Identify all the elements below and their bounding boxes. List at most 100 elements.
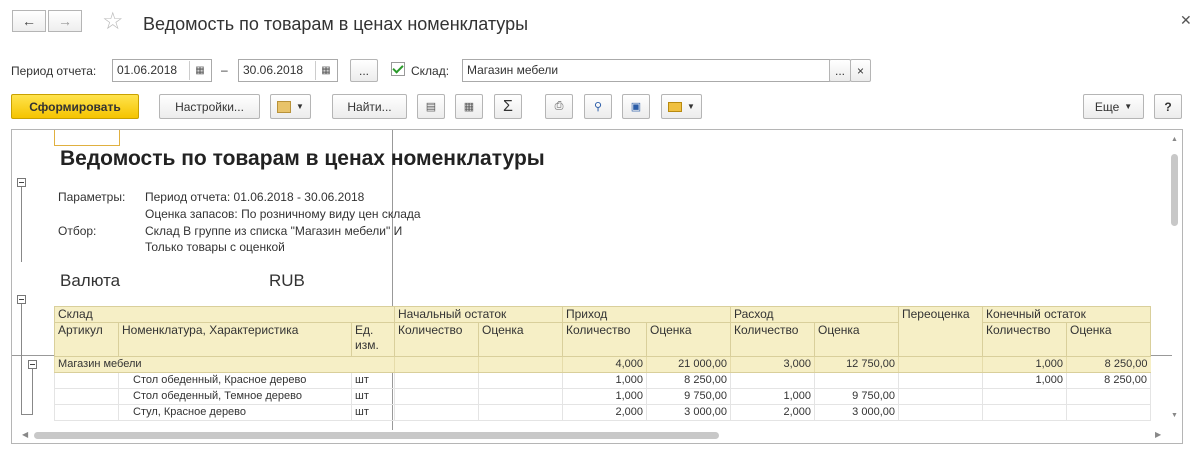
calendar-icon[interactable]: ▦ — [189, 61, 210, 80]
collapse-groups-button[interactable]: ▤ — [417, 94, 445, 119]
group-income-qty: 4,000 — [562, 356, 647, 373]
group-expense-value: 12 750,00 — [814, 356, 899, 373]
warehouse-field[interactable]: Магазин мебели — [462, 59, 830, 82]
period-label: Период отчета: — [11, 64, 97, 78]
row-closing-qty — [982, 404, 1067, 421]
chevron-down-icon: ▼ — [296, 102, 304, 111]
chevron-down-icon: ▼ — [687, 102, 695, 111]
printer-icon: ⎙ — [554, 100, 564, 112]
header-expense-value: Оценка — [814, 322, 899, 357]
collapse-table-toggle[interactable] — [17, 295, 26, 304]
header-expense: Расход — [730, 306, 899, 323]
collapse-group-toggle[interactable] — [28, 360, 37, 369]
save-button[interactable]: ▣ — [622, 94, 650, 119]
report-spreadsheet[interactable]: Ведомость по товарам в ценах номенклатур… — [11, 129, 1183, 444]
warehouse-select-button[interactable]: ... — [829, 59, 851, 82]
header-closing-value: Оценка — [1066, 322, 1151, 357]
date-from-value: 01.06.2018 — [117, 63, 178, 77]
params-period: Период отчета: 01.06.2018 - 30.06.2018 — [145, 190, 365, 204]
header-income-value: Оценка — [646, 322, 731, 357]
period-select-button[interactable]: ... — [350, 59, 378, 82]
find-button[interactable]: Найти... — [332, 94, 407, 119]
row-expense-value: 3 000,00 — [814, 404, 899, 421]
generate-button[interactable]: Сформировать — [11, 94, 139, 119]
table-row[interactable]: Стол обеденный, Красное дерево шт 1,000 … — [54, 372, 1151, 389]
chevron-down-icon: ▼ — [1124, 102, 1133, 111]
expand-groups-icon: ▦ — [463, 101, 475, 113]
help-button[interactable]: ? — [1154, 94, 1182, 119]
horizontal-scroll-thumb[interactable] — [34, 432, 719, 439]
group-bracket-line — [32, 368, 33, 414]
more-label: Еще — [1094, 99, 1120, 114]
horizontal-scrollbar[interactable]: ◀ ▶ — [22, 430, 1161, 440]
vertical-scrollbar[interactable]: ▲ ▼ — [1169, 134, 1181, 426]
sum-button[interactable]: Σ — [494, 94, 522, 119]
group-closing-value: 8 250,00 — [1066, 356, 1151, 373]
row-unit: шт — [351, 404, 395, 421]
close-icon[interactable]: ✕ — [1180, 12, 1192, 29]
arrow-right-icon: → — [58, 13, 72, 29]
header-opening-value: Оценка — [478, 322, 563, 357]
arrow-left-icon: ← — [22, 13, 36, 29]
collapse-groups-icon: ▤ — [425, 101, 437, 113]
group-bracket-line — [21, 187, 22, 262]
date-from-field[interactable]: 01.06.2018 ▦ — [112, 59, 212, 82]
back-button[interactable]: ← — [12, 10, 46, 32]
scroll-up-icon[interactable]: ▲ — [1171, 136, 1178, 143]
warehouse-checkbox[interactable] — [391, 62, 405, 76]
scroll-right-icon[interactable]: ▶ — [1155, 430, 1161, 439]
forward-button[interactable]: → — [48, 10, 82, 32]
row-income-qty: 1,000 — [562, 372, 647, 389]
row-income-qty: 2,000 — [562, 404, 647, 421]
scroll-left-icon[interactable]: ◀ — [22, 430, 28, 439]
header-expense-qty: Количество — [730, 322, 815, 357]
send-menu-button[interactable]: ▼ — [661, 94, 702, 119]
more-button[interactable]: Еще ▼ — [1083, 94, 1144, 119]
scroll-down-icon[interactable]: ▼ — [1171, 412, 1178, 419]
warehouse-label: Склад: — [411, 64, 450, 78]
vertical-scroll-thumb[interactable] — [1171, 154, 1178, 226]
report-title: Ведомость по товарам в ценах номенклатур… — [60, 147, 545, 170]
settings-button[interactable]: Настройки... — [159, 94, 260, 119]
group-warehouse-name: Магазин мебели — [54, 356, 395, 373]
collapse-header-toggle[interactable] — [17, 178, 26, 187]
row-expense-value: 9 750,00 — [814, 388, 899, 405]
filter-with-valuation: Только товары с оценкой — [145, 240, 285, 254]
table-row[interactable]: Стол обеденный, Темное дерево шт 1,000 9… — [54, 388, 1151, 405]
report-variant-icon — [277, 100, 292, 113]
expand-groups-button[interactable]: ▦ — [455, 94, 483, 119]
calendar-icon[interactable]: ▦ — [315, 61, 336, 80]
params-label: Параметры: — [58, 190, 126, 204]
date-to-value: 30.06.2018 — [243, 63, 304, 77]
group-expense-qty: 3,000 — [730, 356, 815, 373]
header-revaluation: Переоценка — [898, 306, 983, 357]
date-to-field[interactable]: 30.06.2018 ▦ — [238, 59, 338, 82]
warehouse-value: Магазин мебели — [467, 63, 559, 77]
row-income-value: 9 750,00 — [646, 388, 731, 405]
star-icon[interactable]: ☆ — [102, 10, 124, 34]
header-warehouse: Склад — [54, 306, 395, 323]
filter-label: Отбор: — [58, 224, 97, 238]
report-table: Склад Начальный остаток Приход Расход Пе… — [54, 306, 1151, 421]
preview-button[interactable]: ⚲ — [584, 94, 612, 119]
group-income-value: 21 000,00 — [646, 356, 731, 373]
row-closing-value — [1066, 404, 1151, 421]
header-income: Приход — [562, 306, 731, 323]
row-expense-qty: 2,000 — [730, 404, 815, 421]
print-button[interactable]: ⎙ — [545, 94, 573, 119]
header-closing-qty: Количество — [982, 322, 1067, 357]
row-nomenclature: Стул, Красное дерево — [118, 404, 352, 421]
header-opening-balance: Начальный остаток — [394, 306, 563, 323]
group-closing-qty: 1,000 — [982, 356, 1067, 373]
row-closing-value — [1066, 388, 1151, 405]
warehouse-clear-button[interactable]: × — [850, 59, 871, 82]
group-row[interactable]: Магазин мебели 4,000 21 000,00 3,000 12 … — [54, 356, 1151, 373]
row-unit: шт — [351, 372, 395, 389]
row-nomenclature: Стол обеденный, Темное дерево — [118, 388, 352, 405]
row-income-value: 3 000,00 — [646, 404, 731, 421]
table-row[interactable]: Стул, Красное дерево шт 2,000 3 000,00 2… — [54, 404, 1151, 421]
header-income-qty: Количество — [562, 322, 647, 357]
variants-menu-button[interactable]: ▼ — [270, 94, 311, 119]
floppy-disk-icon: ▣ — [630, 101, 642, 113]
row-expense-value — [814, 372, 899, 389]
